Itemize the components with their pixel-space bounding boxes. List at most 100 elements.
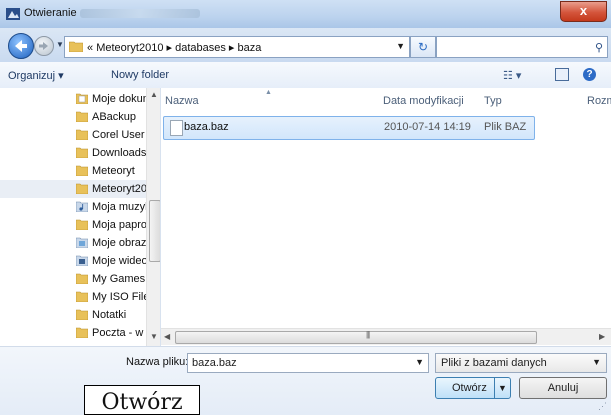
nav-item-moja-paproszki[interactable]: Moja paproszki [0,216,146,234]
chevron-down-icon[interactable]: ▼ [415,357,424,367]
refresh-icon: ↻ [417,40,429,54]
window-title: Otwieranie [24,7,77,19]
address-dropdown-icon[interactable]: ▼ [396,41,405,51]
command-toolbar: Organizuj ▾ Nowy folder ☷ ▾ ? [0,62,611,89]
scrollbar-thumb[interactable] [149,200,160,262]
breadcrumb-prefix: « [87,42,94,54]
open-button-label: Otwórz [452,382,487,394]
chevron-down-icon[interactable]: ▼ [592,357,601,367]
nav-item-moje-dokumenty[interactable]: Moje dokumenty [0,90,146,108]
back-button[interactable] [8,33,34,59]
help-icon[interactable]: ? [583,68,596,81]
file-name: baza.baz [184,121,229,133]
folder-icon [76,147,88,158]
file-type: Plik BAZ [484,121,527,133]
nav-item-moja-muzyka[interactable]: Moja muzyka [0,198,146,216]
title-bar: Otwieranie x [0,0,611,29]
nav-item-meteoryt[interactable]: Meteoryt [0,162,146,180]
cancel-button[interactable]: Anuluj [519,377,607,399]
address-bar-area: ▼ « Meteoryt2010 ▸ databases ▸ baza ▼ ↻ … [0,28,611,62]
nav-item-label: Corel User Files [92,129,146,141]
recent-pages-dropdown-icon[interactable]: ▼ [56,40,64,49]
folder-icon [69,41,83,52]
nav-item-corel[interactable]: Corel User Files [0,126,146,144]
new-folder-button[interactable]: Nowy folder [111,69,169,81]
breadcrumb[interactable]: « Meteoryt2010 ▸ databases ▸ baza [87,41,261,54]
open-options-dropdown-icon[interactable]: ▼ [494,378,510,398]
nav-item-label: Notatki [92,309,127,321]
nav-pane-scrollbar[interactable]: ▲ ▼ [146,88,160,346]
grip-icon: ||| [366,330,370,339]
back-arrow-icon [15,40,27,52]
breadcrumb-item-2[interactable]: databases [175,42,226,54]
folder-icon [76,129,88,140]
filetype-select[interactable]: Pliki z bazami danych ▼ [435,353,607,373]
scroll-right-icon[interactable]: ▶ [599,332,605,341]
file-icon [170,120,183,136]
nav-item-label: Moja muzyka [92,201,146,213]
folder-icon [76,273,88,284]
nav-item-label: Moje obrazy [92,237,146,249]
filename-value: baza.baz [192,357,237,369]
address-field[interactable]: « Meteoryt2010 ▸ databases ▸ baza ▼ [64,36,410,58]
nav-item-label: Meteoryt2010 [92,183,146,195]
scroll-left-icon[interactable]: ◀ [164,332,170,341]
column-header-size[interactable]: Rozmiar [587,95,611,107]
column-header-date[interactable]: Data modyfikacji [383,95,464,107]
breadcrumb-separator-icon[interactable]: ▸ [229,42,238,54]
open-button[interactable]: Otwórz ▼ [435,377,511,399]
resize-grip-icon[interactable]: ⋰ [598,401,607,412]
nav-item-downloads[interactable]: Downloads [0,144,146,162]
nav-item-label: Moja paproszki [92,219,146,231]
nav-item-label: My ISO Files [92,291,146,303]
scrollbar-thumb[interactable]: ||| [175,330,537,344]
nav-item-my-games[interactable]: My Games [0,270,146,288]
close-button[interactable]: x [560,1,607,22]
file-date: 2010-07-14 14:19 [384,121,471,133]
nav-item-label: Poczta - w [92,327,144,339]
column-header-name[interactable]: Nazwa [165,95,199,107]
filetype-value: Pliki z bazami danych [441,357,547,369]
nav-item-poczta[interactable]: Poczta - w [0,324,146,342]
nav-item-notatki[interactable]: Notatki [0,306,146,324]
nav-item-moje-wideo[interactable]: Moje wideo [0,252,146,270]
horizontal-scrollbar[interactable]: ◀ ||| ▶ [161,328,611,345]
video-folder-icon [76,255,88,266]
folder-icon [76,291,88,302]
breadcrumb-separator-icon[interactable]: ▸ [167,42,176,54]
tooltip: Otwórz [84,385,200,415]
file-row[interactable]: baza.baz 2010-07-14 14:19 Plik BAZ [163,116,535,140]
sort-ascending-icon: ▲ [265,89,272,96]
pictures-folder-icon [76,237,88,248]
breadcrumb-item-1[interactable]: Meteoryt2010 [96,42,163,54]
refresh-button[interactable]: ↻ [410,36,436,58]
nav-item-label: Meteoryt [92,165,135,177]
breadcrumb-item-3[interactable]: baza [238,42,262,54]
title-blur [80,9,200,18]
nav-item-label: My Games [92,273,146,285]
scroll-up-icon[interactable]: ▲ [150,90,158,99]
nav-item-meteoryt2010[interactable]: Meteoryt2010 [0,180,146,198]
column-header-type[interactable]: Typ [484,95,502,107]
music-folder-icon [76,201,88,212]
folder-icon [76,309,88,320]
search-icon[interactable]: ⚲ [595,41,603,54]
organize-menu-button[interactable]: Organizuj ▾ [8,69,64,82]
file-list[interactable]: ▲ Nazwa Data modyfikacji Typ Rozmiar baz… [161,88,611,346]
app-icon [6,8,20,20]
nav-item-moje-obrazy[interactable]: Moje obrazy [0,234,146,252]
search-input[interactable]: ⚲ [436,36,608,58]
filename-field[interactable]: baza.baz ▼ [187,353,429,373]
folder-icon [76,165,88,176]
forward-arrow-icon [39,42,48,50]
folder-icon [76,327,88,338]
forward-button[interactable] [34,36,54,56]
navigation-pane[interactable]: Moje dokumenty ABackup Corel User Files … [0,88,161,346]
nav-item-abackup[interactable]: ABackup [0,108,146,126]
scroll-down-icon[interactable]: ▼ [150,332,158,341]
folder-icon [76,111,88,122]
preview-pane-icon[interactable] [555,68,569,81]
folder-icon [76,183,88,194]
view-options-icon[interactable]: ☷ ▾ [503,69,521,82]
nav-item-my-iso-files[interactable]: My ISO Files [0,288,146,306]
